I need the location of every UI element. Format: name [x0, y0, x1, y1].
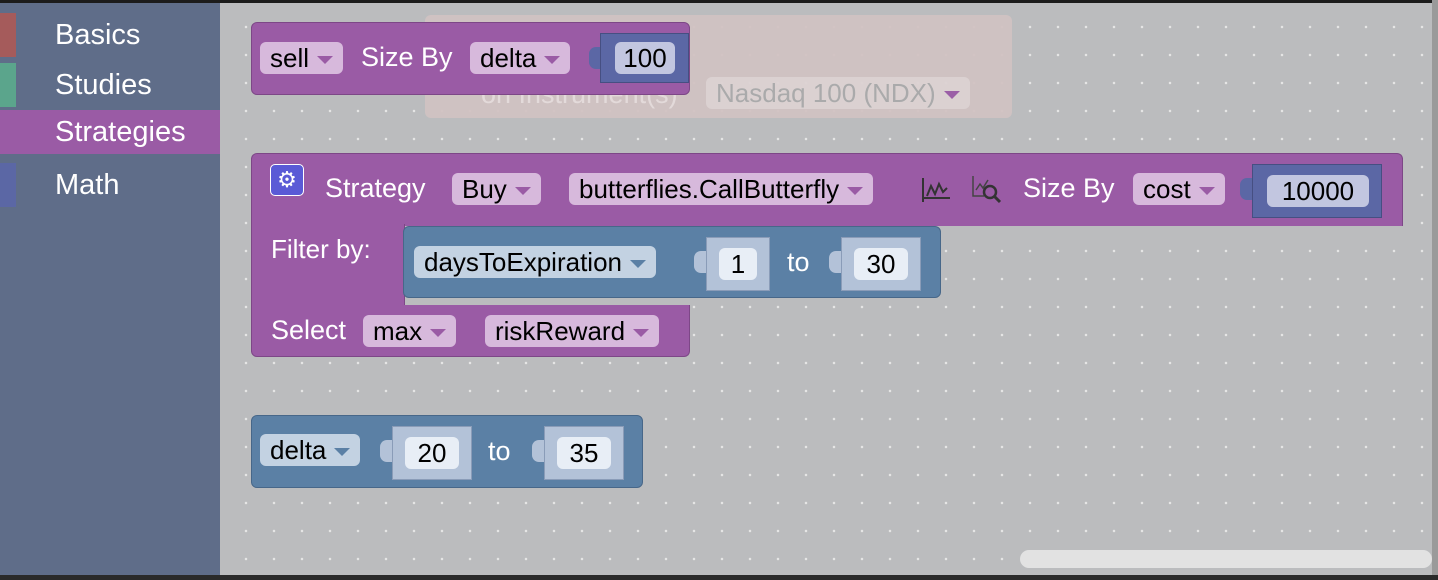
size-by-dropdown[interactable]: delta [470, 42, 571, 74]
number-block[interactable]: 30 [841, 237, 921, 291]
category-strategies[interactable]: Strategies [0, 110, 220, 154]
filter-field-dropdown[interactable]: daysToExpiration [414, 246, 656, 278]
strategy-block-body: Filter by: [251, 224, 405, 308]
category-studies[interactable]: Studies [0, 63, 220, 107]
sell-size-block[interactable]: sell Size By delta 100 [251, 22, 690, 95]
category-color [0, 13, 16, 57]
bottom-border [0, 575, 1438, 580]
category-basics[interactable]: Basics [0, 13, 220, 57]
to-label: to [787, 247, 810, 277]
chart-search-icon[interactable] [970, 172, 1004, 206]
toolbox: Basics Studies Strategies Math [0, 3, 220, 575]
category-label: Studies [55, 69, 152, 101]
number-block[interactable]: 10000 [1252, 164, 1382, 218]
size-by-label: Size By [1023, 173, 1115, 203]
right-border [1432, 0, 1438, 580]
to-input[interactable]: 30 [854, 248, 908, 280]
size-by-label: Size By [361, 42, 453, 72]
instrument-dropdown[interactable]: Nasdaq 100 (NDX) [706, 77, 970, 109]
strategy-select-row: Select max riskReward [251, 305, 690, 357]
from-input[interactable]: 1 [719, 248, 757, 280]
strategy-block[interactable]: ⚙ Strategy Buy butterflies.CallButterfly… [251, 153, 1403, 226]
select-field-dropdown[interactable]: riskReward [485, 315, 660, 347]
to-input[interactable]: 35 [557, 437, 611, 469]
delta-field-dropdown[interactable]: delta [260, 434, 361, 466]
size-by-dropdown[interactable]: cost [1133, 173, 1225, 205]
filter-range-block[interactable]: daysToExpiration 1 to 30 [403, 226, 941, 298]
number-block[interactable]: 1 [706, 237, 770, 291]
horizontal-scrollbar[interactable] [1020, 550, 1432, 568]
strategy-dropdown[interactable]: butterflies.CallButterfly [569, 173, 874, 205]
category-color [0, 63, 16, 107]
category-label: Math [55, 169, 120, 201]
chart-icon[interactable] [920, 174, 952, 206]
strategy-label: Strategy [325, 173, 426, 203]
action-dropdown[interactable]: Buy [452, 173, 541, 205]
number-block[interactable]: 20 [392, 426, 472, 480]
select-mode-dropdown[interactable]: max [363, 315, 457, 347]
gear-icon[interactable]: ⚙ [270, 164, 304, 196]
from-input[interactable]: 20 [405, 437, 459, 469]
number-block[interactable]: 35 [544, 426, 624, 480]
category-math[interactable]: Math [0, 163, 220, 207]
number-block[interactable]: 100 [600, 33, 689, 83]
category-label: Strategies [55, 116, 186, 148]
category-color [0, 163, 16, 207]
category-label: Basics [55, 19, 141, 51]
select-label: Select [271, 315, 347, 345]
size-value-input[interactable]: 100 [615, 42, 675, 74]
filter-by-label: Filter by: [271, 234, 371, 264]
action-dropdown[interactable]: sell [260, 42, 344, 74]
to-label: to [488, 436, 511, 466]
delta-range-block[interactable]: delta 20 to 35 [251, 415, 643, 488]
size-value-input[interactable]: 10000 [1267, 175, 1369, 207]
